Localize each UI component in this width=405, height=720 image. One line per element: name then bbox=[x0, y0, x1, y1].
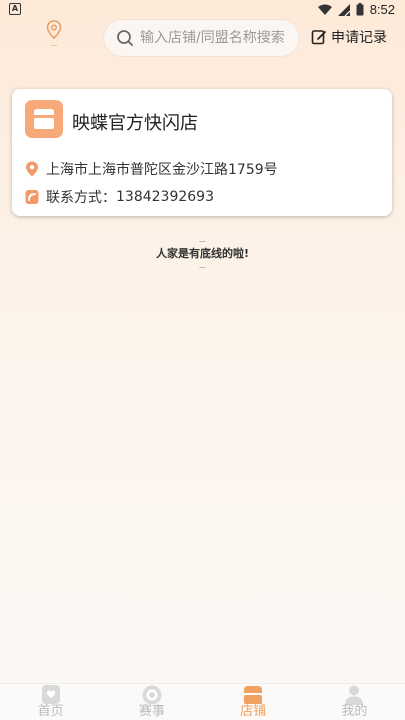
apply-record-label: 申请记录 bbox=[331, 30, 387, 46]
event-icon bbox=[142, 685, 162, 705]
list-end-text: 人家是有底线的啦! bbox=[155, 247, 250, 260]
clock: 8:52 bbox=[369, 2, 395, 17]
store-icon bbox=[244, 686, 263, 704]
location-pin-icon bbox=[46, 20, 62, 40]
tab-store-label: 店铺 bbox=[240, 704, 267, 719]
search-icon bbox=[117, 30, 133, 46]
list-end-indicator: — 人家是有底线的啦! — bbox=[0, 237, 405, 271]
contact-label: 联系方式： bbox=[46, 190, 116, 206]
bottom-tab-bar: 首页 赛事 店铺 我的 bbox=[0, 683, 405, 720]
tab-profile[interactable]: 我的 bbox=[304, 684, 405, 720]
location-pin-icon bbox=[26, 161, 38, 177]
shop-contact[interactable]: 联系方式： 13842392693 bbox=[25, 187, 214, 207]
wifi-icon bbox=[317, 4, 332, 15]
status-bar: A 8:52 bbox=[0, 0, 405, 20]
shop-logo bbox=[25, 100, 63, 138]
list-end-dash-bottom: — bbox=[199, 263, 206, 271]
signal-icon bbox=[337, 3, 350, 16]
location-button[interactable]: — bbox=[38, 20, 70, 54]
edit-icon bbox=[311, 30, 326, 45]
app-notification-icon: A bbox=[9, 3, 21, 15]
location-text: — bbox=[50, 41, 58, 49]
shop-address: 上海市上海市普陀区金沙江路1759号 bbox=[25, 159, 278, 179]
shop-address-text: 上海市上海市普陀区金沙江路1759号 bbox=[46, 162, 278, 178]
profile-icon bbox=[345, 685, 364, 705]
shop-card[interactable]: 映蝶官方快闪店 上海市上海市普陀区金沙江路1759号 联系方式： 13842392… bbox=[12, 89, 392, 216]
contact-phone: 13842392693 bbox=[116, 189, 214, 205]
tab-events-label: 赛事 bbox=[138, 704, 165, 719]
shop-name: 映蝶官方快闪店 bbox=[72, 113, 198, 134]
tab-profile-label: 我的 bbox=[341, 704, 368, 719]
phone-icon bbox=[25, 190, 39, 204]
list-end-dash-top: — bbox=[199, 237, 206, 245]
tab-home-label: 首页 bbox=[37, 704, 64, 719]
home-icon bbox=[41, 685, 60, 704]
tab-home[interactable]: 首页 bbox=[0, 684, 101, 720]
search-input[interactable] bbox=[140, 30, 290, 46]
search-bar[interactable] bbox=[103, 19, 300, 57]
tab-store[interactable]: 店铺 bbox=[203, 684, 304, 720]
store-icon bbox=[34, 109, 54, 129]
battery-icon bbox=[356, 3, 364, 16]
apply-record-button[interactable]: 申请记录 bbox=[311, 27, 387, 47]
tab-events[interactable]: 赛事 bbox=[101, 684, 202, 720]
